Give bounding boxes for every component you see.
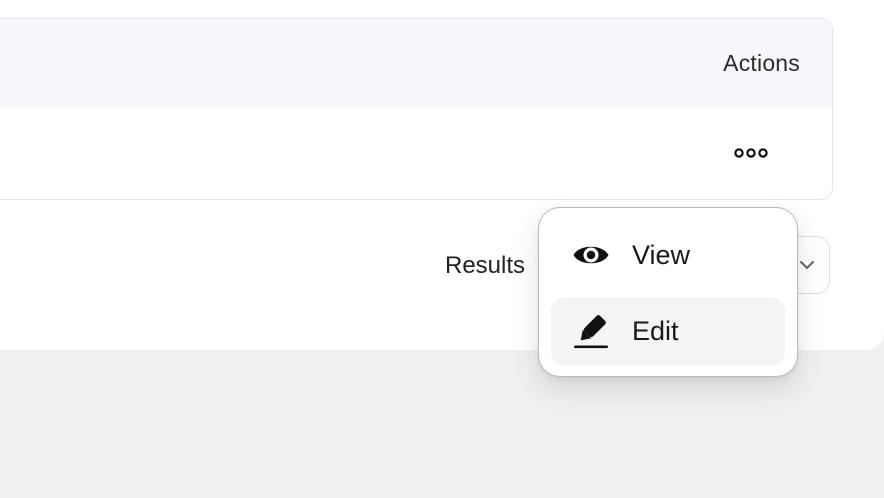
column-header-actions: Actions [723, 50, 800, 76]
table-row [0, 108, 832, 199]
pen-icon [572, 312, 610, 350]
menu-item-label: Edit [632, 315, 679, 346]
menu-item-edit[interactable]: Edit [551, 297, 785, 365]
menu-item-view[interactable]: View [551, 221, 785, 289]
table-header: Actions [0, 19, 832, 108]
data-table: Actions [0, 18, 833, 200]
row-actions-button[interactable] [733, 144, 769, 162]
chevron-down-icon [800, 261, 814, 269]
results-per-page-label: Results [445, 252, 526, 279]
row-actions-menu: View Edit [538, 207, 798, 377]
eye-icon [572, 236, 610, 274]
menu-item-label: View [632, 239, 691, 270]
more-horizontal-icon [734, 148, 768, 158]
